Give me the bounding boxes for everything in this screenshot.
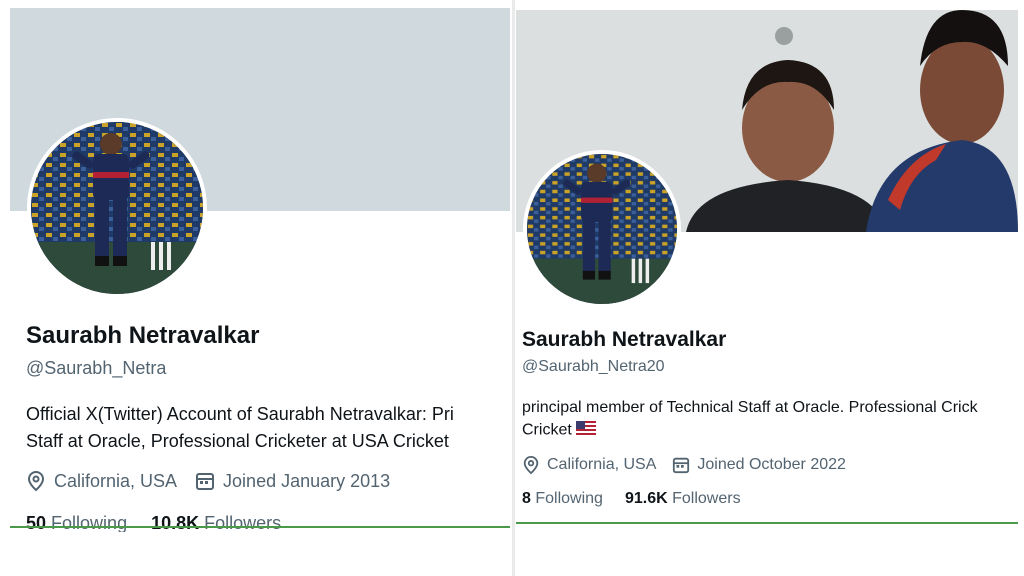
following-link[interactable]: 50 Following	[26, 513, 127, 532]
following-label: Following	[535, 490, 603, 507]
profile-bio-line2: Staff at Oracle, Professional Cricketer …	[26, 431, 449, 451]
profile-avatar[interactable]	[523, 150, 681, 308]
profile-handle: @Saurabh_Netra	[26, 358, 167, 378]
profile-stats: 50 Following 10.8K Followers	[26, 513, 281, 532]
followers-link[interactable]: 91.6K Followers	[625, 490, 741, 508]
followers-label: Followers	[204, 513, 282, 532]
followers-count: 91.6K	[624, 490, 668, 507]
joined-item: Joined October 2022	[672, 456, 846, 474]
joined-item: Joined January 2013	[195, 471, 390, 492]
following-label: Following	[51, 513, 128, 532]
following-count: 8	[522, 490, 531, 507]
joined-text: Joined January 2013	[223, 470, 391, 491]
profile-name: Saurabh Netravalkar	[26, 322, 260, 349]
panel-divider	[512, 0, 515, 576]
followers-count: 10.8K	[151, 513, 200, 532]
joined-text: Joined October 2022	[697, 456, 846, 473]
profile-avatar[interactable]	[27, 118, 207, 298]
profile-panel-right: Saurabh Netravalkar @Saurabh_Netra20 pri…	[516, 10, 1018, 526]
profile-bio-line2: Cricket	[522, 421, 597, 440]
profile-stats: 8 Following 91.6K Followers	[522, 490, 741, 508]
profile-name: Saurabh Netravalkar	[522, 328, 727, 351]
bio-line2-text: Cricket	[522, 421, 572, 439]
location-item: California, USA	[522, 455, 656, 475]
followers-link[interactable]: 10.8K Followers	[151, 513, 281, 532]
profile-handle: @Saurabh_Netra20	[522, 358, 665, 375]
profile-bio-line1: Official X(Twitter) Account of Saurabh N…	[26, 404, 454, 424]
profile-bio-line1: principal member of Technical Staff at O…	[522, 399, 978, 416]
location-item: California, USA	[26, 470, 177, 492]
profile-meta: California, USA Joined January 2013	[26, 470, 390, 492]
following-link[interactable]: 8 Following	[522, 490, 603, 508]
profile-meta: California, USA Joined October 2022	[522, 455, 846, 475]
calendar-icon	[195, 471, 215, 491]
avatar-photo	[527, 154, 677, 304]
location-pin-icon	[522, 455, 540, 475]
location-text: California, USA	[547, 456, 657, 473]
profile-panel-left: Saurabh Netravalkar @Saurabh_Netra Offic…	[10, 8, 510, 532]
location-pin-icon	[26, 470, 46, 492]
us-flag-icon	[576, 421, 597, 440]
underline-rule	[516, 522, 1018, 524]
underline-rule	[10, 526, 510, 528]
avatar-photo	[31, 122, 203, 294]
calendar-icon	[672, 456, 690, 474]
following-count: 50	[26, 513, 47, 532]
location-text: California, USA	[54, 470, 178, 491]
followers-label: Followers	[672, 490, 741, 507]
